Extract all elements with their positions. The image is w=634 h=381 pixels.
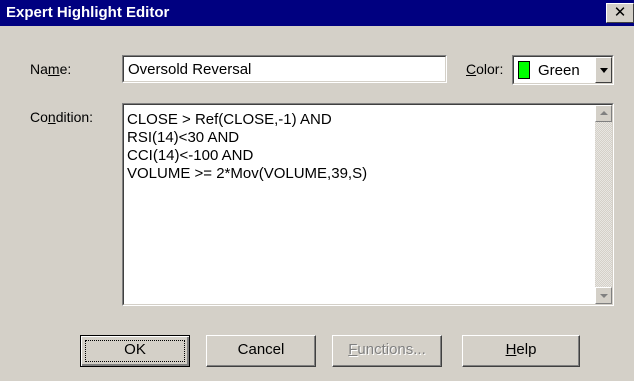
- color-value: Green: [538, 62, 580, 79]
- color-dropdown-button[interactable]: [595, 57, 612, 83]
- scroll-up-arrow-icon: [600, 111, 608, 115]
- functions-button[interactable]: Functions...: [332, 335, 442, 367]
- scroll-down-arrow-icon: [600, 294, 608, 298]
- close-button[interactable]: ✕: [606, 3, 634, 23]
- cancel-button[interactable]: Cancel: [206, 335, 316, 367]
- color-label: Color:: [466, 61, 504, 77]
- title-bar[interactable]: Expert Highlight Editor ✕: [0, 0, 634, 26]
- color-swatch: [518, 61, 530, 79]
- name-label: Name:: [30, 61, 72, 77]
- window-title: Expert Highlight Editor: [6, 4, 170, 21]
- condition-label: Condition:: [30, 109, 94, 125]
- chevron-down-icon: [600, 68, 608, 73]
- condition-scrollbar[interactable]: [595, 105, 612, 304]
- scroll-down-button[interactable]: [595, 287, 612, 304]
- ok-button[interactable]: OK: [80, 335, 190, 367]
- scroll-up-button[interactable]: [595, 105, 612, 122]
- color-dropdown[interactable]: Green: [512, 55, 614, 85]
- condition-text[interactable]: CLOSE > Ref(CLOSE,-1) AND RSI(14)<30 AND…: [127, 111, 592, 183]
- name-field[interactable]: [122, 55, 447, 83]
- help-button[interactable]: Help: [462, 335, 580, 367]
- expert-highlight-editor-dialog: Expert Highlight Editor ✕ Name: Color: G…: [0, 0, 634, 381]
- close-icon: ✕: [613, 3, 627, 21]
- name-input[interactable]: [124, 57, 445, 81]
- condition-editor[interactable]: CLOSE > Ref(CLOSE,-1) AND RSI(14)<30 AND…: [122, 103, 614, 306]
